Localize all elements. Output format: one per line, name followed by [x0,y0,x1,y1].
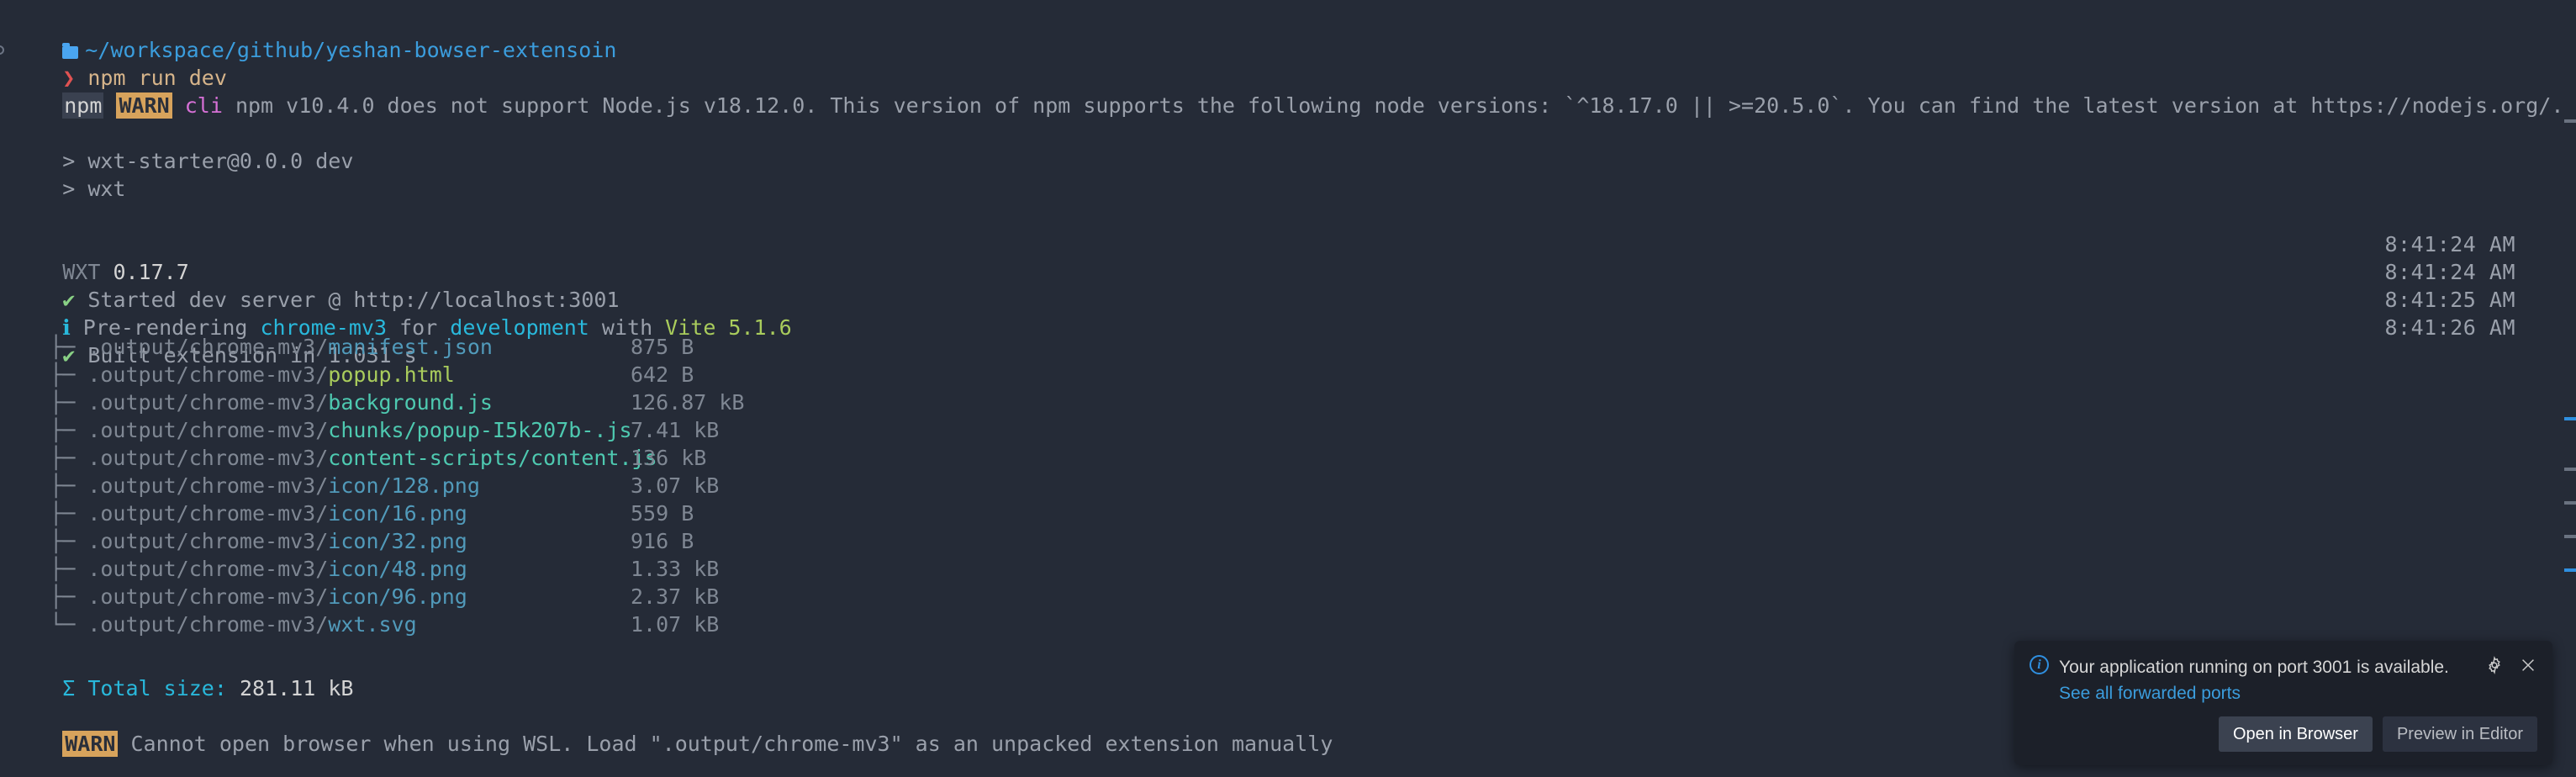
wxt-header-line: WXT 0.17.7 8:41:24 AM [0,230,2576,284]
port-forward-notification[interactable]: i Your application running on port 3001 … [2014,641,2552,765]
build-file-name: icon/48.png [328,557,467,581]
build-file-row: ├─ .output/chrome-mv3/icon/48.png 1.33 kB [0,555,2576,583]
build-file-dir: .output/chrome-mv3/ [87,446,329,470]
scrollbar-mark [2564,568,2576,572]
build-file-dir: .output/chrome-mv3/ [87,612,329,637]
notification-message-text: Your application running on port 3001 is… [2059,658,2449,677]
build-file-name: manifest.json [328,335,493,359]
tree-branch-icon: └─ [12,612,88,637]
scrollbar-decorations[interactable] [2564,0,2576,777]
see-all-forwarded-ports-link[interactable]: See all forwarded ports [2059,684,2241,703]
prompt-cwd-line: ~/workspace/github/yeshan-bowser-extenso… [0,8,2576,62]
tree-branch-icon: ├─ [12,557,88,581]
build-file-row: ├─ .output/chrome-mv3/icon/96.png 2.37 kB [0,583,2576,610]
build-file-row: ├─ .output/chrome-mv3/icon/32.png 916 B [0,527,2576,555]
build-file-size: 1.07 kB [631,612,720,637]
tree-branch-icon: ├─ [12,446,88,470]
build-file-row: ├─ .output/chrome-mv3/chunks/popup-I5k20… [0,416,2576,444]
build-file-size: 3.07 kB [631,473,720,498]
tree-branch-icon: ├─ [12,362,88,387]
build-file-row: ├─ .output/chrome-mv3/popup.html 642 B [0,361,2576,388]
tree-branch-icon: ├─ [12,390,88,415]
build-file-size: 642 B [631,362,694,387]
build-output-file-list: ├─ .output/chrome-mv3/manifest.json 875 B… [0,333,2576,638]
build-file-dir: .output/chrome-mv3/ [87,584,329,609]
scrollbar-mark [2564,468,2576,471]
gear-icon[interactable] [2485,656,2504,674]
build-file-dir: .output/chrome-mv3/ [87,335,329,359]
build-file-dir: .output/chrome-mv3/ [87,418,329,442]
build-file-name: icon/32.png [328,529,467,553]
build-file-size: 559 B [631,501,694,526]
build-file-size: 7.41 kB [631,418,720,442]
build-file-size: 875 B [631,335,694,359]
command-status-dot [0,45,4,55]
script-line-1: > wxt [62,177,126,201]
scrollbar-mark [2564,501,2576,505]
tree-branch-icon: ├─ [12,584,88,609]
scrollbar-mark [2564,417,2576,420]
build-file-row: ├─ .output/chrome-mv3/content-scripts/co… [0,444,2576,472]
build-file-name: icon/96.png [328,584,467,609]
status-line-started: ✔ Started dev server @ http://localhost:… [0,258,2576,312]
prompt-command-line: ❯ npm run dev [0,36,2576,90]
build-file-name: icon/16.png [328,501,467,526]
timestamp-0: 8:41:24 AM [2384,232,2515,256]
terminal-panel[interactable]: ~/workspace/github/yeshan-bowser-extenso… [0,0,2576,777]
build-file-size: 916 B [631,529,694,553]
build-file-name: content-scripts/content.js [328,446,657,470]
build-file-dir: .output/chrome-mv3/ [87,473,329,498]
build-file-name: background.js [328,390,493,415]
tree-branch-icon: ├─ [12,473,88,498]
notification-message: Your application running on port 3001 is… [2059,654,2475,706]
build-file-size: 1.33 kB [631,557,720,581]
scrollbar-mark [2564,535,2576,538]
build-file-dir: .output/chrome-mv3/ [87,501,329,526]
build-file-row: ├─ .output/chrome-mv3/manifest.json 875 B [0,333,2576,361]
info-circle-icon: i [2030,655,2049,674]
build-file-row: ├─ .output/chrome-mv3/background.js 126.8… [0,388,2576,416]
build-file-name: popup.html [328,362,455,387]
build-file-row: ├─ .output/chrome-mv3/icon/128.png 3.07 k… [0,472,2576,500]
open-in-browser-button[interactable]: Open in Browser [2218,716,2373,752]
build-file-size: 126.87 kB [631,390,745,415]
timestamp-1: 8:41:24 AM [2384,260,2515,284]
build-file-name: wxt.svg [328,612,417,637]
tree-branch-icon: ├─ [12,335,88,359]
build-file-size: 2.37 kB [631,584,720,609]
build-file-row: └─ .output/chrome-mv3/wxt.svg 1.07 kB [0,610,2576,638]
close-icon[interactable] [2519,656,2537,674]
build-file-dir: .output/chrome-mv3/ [87,390,329,415]
status-line-prerender: ℹ Pre-rendering chrome-mv3 for developme… [62,288,2515,340]
tree-branch-icon: ├─ [12,529,88,553]
scrollbar-mark [2564,119,2576,123]
build-file-name: icon/128.png [328,473,480,498]
npm-warn-line: npm WARN cli npm v10.4.0 does not suppor… [0,64,2576,119]
preview-in-editor-button[interactable]: Preview in Editor [2382,716,2537,752]
build-file-row: ├─ .output/chrome-mv3/icon/16.png 559 B [0,500,2576,527]
timestamp-2: 8:41:25 AM [2384,288,2515,312]
build-file-dir: .output/chrome-mv3/ [87,362,329,387]
tree-branch-icon: ├─ [12,501,88,526]
build-file-size: 136 kB [631,446,707,470]
build-file-dir: .output/chrome-mv3/ [87,529,329,553]
tree-branch-icon: ├─ [12,418,88,442]
build-file-dir: .output/chrome-mv3/ [87,557,329,581]
script-line-0: > wxt-starter@0.0.0 dev [62,149,354,173]
build-file-name: chunks/popup-I5k207b-.js [328,418,632,442]
